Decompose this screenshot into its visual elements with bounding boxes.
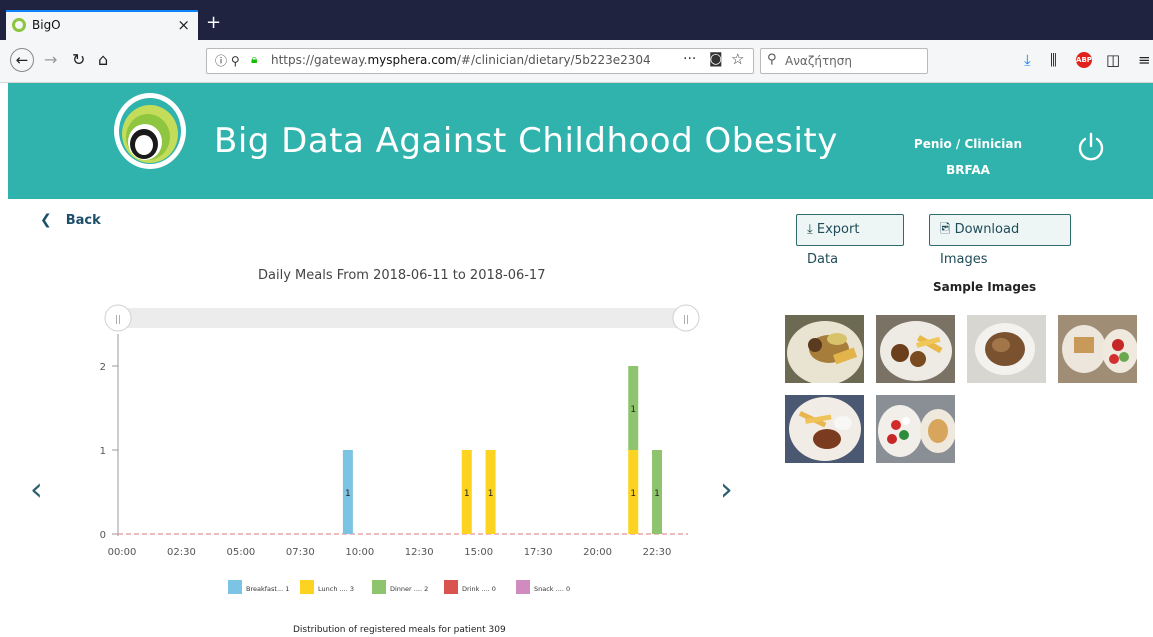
export-data-button[interactable]: ⤓ Export Data [796,214,904,267]
legend-label-lunch[interactable]: Lunch .... 3 [318,585,354,593]
search-bar[interactable]: ⚲ Αναζήτηση [760,48,928,74]
y-ticks: 0 1 2 [100,362,118,541]
x-tick-label: 12:30 [405,547,434,558]
bar-value-label: 1 [345,489,351,499]
meal-photo-1[interactable] [785,315,864,383]
meal-photo-5[interactable] [785,395,864,463]
legend-swatch-breakfast[interactable] [228,580,242,594]
app-title: Big Data Against Childhood Obesity [214,121,838,161]
url-bar[interactable]: ⓘ ⚲ 🔒︎ https://gateway.mysphera.com/#/cl… [206,48,754,74]
browser-tab-bar: BigO × + [0,0,1153,40]
user-organization: BRFAA [946,163,990,177]
time-range-slider[interactable] [118,308,688,328]
legend: Breakfast... 1 Lunch .... 3 Dinner .... 2 D… [228,580,570,594]
site-info-icon[interactable]: ⓘ ⚲ [215,52,240,69]
previous-week-arrow-icon[interactable]: ‹ [30,470,43,508]
browser-tab[interactable]: BigO × [6,10,198,40]
chart-caption: Distribution of registered meals for pat… [293,625,506,635]
new-tab-icon[interactable]: + [206,12,221,33]
site-favicon-icon [12,18,26,32]
legend-label-breakfast[interactable]: Breakfast... 1 [246,585,289,593]
next-week-arrow-icon[interactable]: › [720,470,733,508]
x-tick-label: 10:00 [345,547,374,558]
reload-icon[interactable]: ↻ [72,50,85,69]
pocket-icon[interactable]: ◙ [709,51,723,67]
url-text[interactable]: https://gateway.mysphera.com/#/clinician… [271,53,651,67]
y-tick-label: 1 [100,446,106,457]
legend-label-drink[interactable]: Drink .... 0 [462,585,496,593]
legend-swatch-dinner[interactable] [372,580,386,594]
y-tick-label: 0 [100,530,106,541]
download-icon[interactable]: ⤓ [1024,51,1031,69]
bigo-logo-icon [114,93,186,169]
sidebar-icon[interactable]: ◫ [1106,51,1120,69]
y-tick-label: 2 [100,362,106,373]
secure-lock-icon: 🔒︎ [251,52,258,66]
bookmark-star-icon[interactable]: ☆ [731,50,744,68]
app-header: Big Data Against Childhood Obesity Penio… [8,83,1153,199]
logout-power-icon[interactable] [1076,131,1106,161]
meal-photo-4[interactable] [1058,315,1137,383]
user-role: Penio / Clinician [913,137,1023,151]
sample-images-title: Sample Images [933,280,1037,294]
x-tick-label: 17:30 [524,547,553,558]
x-tick-label: 22:30 [643,547,672,558]
legend-swatch-snack[interactable] [516,580,530,594]
close-tab-icon[interactable]: × [177,16,190,34]
library-icon[interactable]: ⫼ [1050,51,1057,69]
legend-swatch-lunch[interactable] [300,580,314,594]
x-tick-label: 15:00 [464,547,493,558]
x-tick-label: 00:00 [108,547,137,558]
bar-value-label: 1 [654,489,660,499]
bars: 1 1 1 1 1 1 [342,366,662,534]
x-ticks: 00:00 02:30 05:00 07:30 10:00 12:30 15:00 17:30… [108,547,672,558]
meals-chart: || || 0 1 2 00:00 02:30 05:00 07:30 10:00 12:30… [100,304,700,594]
tab-title: BigO [32,18,61,32]
browser-nav-bar: ← → ↻ ⌂ ⓘ ⚲ 🔒︎ https://gateway.mysphera.… [0,40,1153,83]
meal-photo-3[interactable] [967,315,1046,383]
x-tick-label: 07:30 [286,547,315,558]
x-tick-label: 20:00 [583,547,612,558]
browser-forward-icon[interactable]: → [44,50,57,69]
chevron-left-icon: ❮ [40,212,52,228]
meal-photo-6[interactable] [876,395,955,463]
legend-label-dinner[interactable]: Dinner .... 2 [390,585,428,593]
download-images-button[interactable]: 🖻︎ Download Images [929,214,1071,267]
download-tray-icon: ⤓ [807,222,813,237]
bar-value-label: 1 [630,405,636,415]
hamburger-menu-icon[interactable]: ≡ [1138,51,1151,69]
search-placeholder: Αναζήτηση [785,54,852,68]
home-icon[interactable]: ⌂ [98,50,108,69]
search-icon: ⚲ [767,52,777,67]
browser-back-icon[interactable]: ← [10,48,34,72]
bar-value-label: 1 [488,489,494,499]
chart-title: Daily Meals From 2018-06-11 to 2018-06-1… [258,268,546,283]
bar-value-label: 1 [630,489,636,499]
bar-value-label: 1 [464,489,470,499]
download-label: Download Images [940,222,1020,267]
x-tick-label: 02:30 [167,547,196,558]
x-tick-label: 05:00 [226,547,255,558]
adblock-icon[interactable]: ABP [1076,52,1092,68]
back-link[interactable]: ❮ Back [40,212,101,228]
handle-grip-icon: || [115,315,121,325]
legend-swatch-drink[interactable] [444,580,458,594]
back-label: Back [65,213,101,228]
meal-photo-2[interactable] [876,315,955,383]
export-label: Export Data [807,222,860,267]
user-info: Penio / Clinician BRFAA [898,131,1038,183]
page-actions-icon[interactable]: ··· [683,51,696,67]
image-file-icon: 🖻︎ [940,222,951,237]
legend-label-snack[interactable]: Snack .... 0 [534,585,570,593]
handle-grip-icon: || [683,315,689,325]
